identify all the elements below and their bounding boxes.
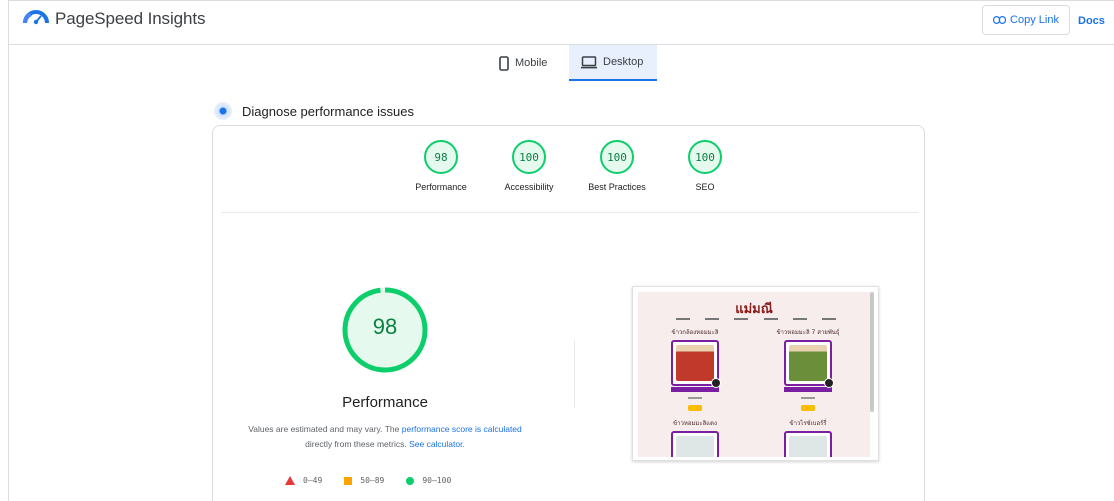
tab-desktop[interactable]: Desktop [569, 45, 657, 81]
product-image [784, 340, 834, 388]
copy-link-label: Copy Link [1010, 14, 1059, 26]
score-calculated-link[interactable]: performance score is calculated [402, 424, 522, 434]
performance-note: Values are estimated and may vary. The p… [241, 422, 529, 452]
note-text: Values are estimated and may vary. The [248, 424, 402, 434]
gauge-best-practices[interactable]: 100 Best Practices [572, 140, 662, 192]
thumbnail-nav-item [676, 318, 690, 320]
thumbnail-nav-item [821, 318, 836, 320]
thumbnail-nav-item [763, 318, 778, 320]
orange-square-icon [344, 476, 353, 485]
red-triangle-icon [285, 476, 295, 485]
product-badge [711, 378, 721, 388]
product-image [671, 431, 719, 457]
legend-average: 50–89 [344, 476, 384, 485]
gauge-seo[interactable]: 100 SEO [660, 140, 750, 192]
product-buy-button [688, 405, 702, 411]
product-buy-button [801, 405, 815, 411]
product-package [789, 345, 827, 381]
smartphone-icon [499, 55, 509, 71]
thumbnail-product: ข้าวหอมมะลิแดง [660, 418, 730, 457]
gauge-label: SEO [695, 182, 715, 192]
thumbnail-nav-item [705, 318, 720, 320]
pagespeed-logo-icon [23, 10, 49, 25]
performance-title: Performance [342, 394, 428, 411]
product-price [688, 397, 702, 399]
gauge-performance[interactable]: 98 Performance [396, 140, 486, 192]
header: PageSpeed Insights Copy Link Docs [9, 1, 1114, 45]
see-calculator-link[interactable]: See calculator. [409, 439, 465, 449]
thumbnail-scrollbar [870, 292, 874, 412]
score-legend: 0–49 50–89 90–100 [285, 476, 451, 485]
legend-pass: 90–100 [406, 476, 451, 485]
product-price [801, 397, 815, 399]
tab-desktop-label: Desktop [603, 56, 644, 68]
legend-range: 0–49 [303, 476, 323, 485]
gauge-score: 98 [424, 140, 458, 174]
gauge-label: Best Practices [588, 182, 646, 192]
tab-mobile-label: Mobile [515, 57, 548, 69]
laptop-icon [581, 55, 597, 68]
product-name: ข้าวกล้องหอมมะลิ [671, 329, 719, 336]
product-badge [824, 378, 834, 388]
thumbnail-brand: แม่มณี [735, 302, 773, 317]
gauge-score: 100 [512, 140, 546, 174]
report-card: 98 Performance 100 Accessibility 100 Bes… [212, 125, 925, 501]
product-name: ข้าวไรซ์เบอร์รี่ [789, 420, 827, 427]
diagnose-icon [214, 102, 232, 120]
product-package [676, 345, 714, 381]
thumbnail-content: แม่มณี ข้าวกล้องหอมมะลิ ข้าวหอมมะลิ 7 สา… [638, 292, 870, 457]
link-icon [993, 16, 1007, 24]
app-title: PageSpeed Insights [55, 9, 206, 28]
copy-link-button[interactable]: Copy Link [982, 5, 1070, 35]
note-text: directly from these metrics. [305, 439, 410, 449]
product-image [784, 431, 832, 457]
thumbnail-nav-item [792, 318, 807, 320]
gauge-label: Performance [415, 182, 467, 192]
product-bar [784, 387, 832, 392]
diagnose-heading: Diagnose performance issues [214, 102, 414, 120]
docs-link[interactable]: Docs [1078, 15, 1105, 27]
product-package [676, 436, 714, 457]
green-circle-icon [406, 476, 415, 485]
thumbnail-nav-item [734, 318, 749, 320]
category-gauges: 98 Performance 100 Accessibility 100 Bes… [213, 140, 926, 210]
legend-range: 50–89 [360, 476, 385, 485]
gauge-label: Accessibility [504, 182, 554, 192]
gauge-score: 100 [600, 140, 634, 174]
legend-fail: 0–49 [285, 476, 322, 485]
performance-score: 98 [372, 314, 398, 339]
product-name: ข้าวหอมมะลิ 7 สายพันธุ์ [776, 329, 840, 336]
product-name: ข้าวหอมมะลิแดง [673, 420, 717, 427]
diagnose-title: Diagnose performance issues [242, 103, 414, 119]
card-divider [221, 212, 918, 213]
page-screenshot-thumbnail: แม่มณี ข้าวกล้องหอมมะลิ ข้าวหอมมะลิ 7 สา… [632, 286, 879, 461]
thumbnail-product: ข้าวไรซ์เบอร์รี่ [773, 418, 843, 457]
legend-range: 90–100 [422, 476, 452, 485]
thumbnail-product: ข้าวกล้องหอมมะลิ [660, 327, 730, 411]
page-frame: PageSpeed Insights Copy Link Docs Mobile… [8, 0, 1114, 501]
gauge-score: 100 [688, 140, 722, 174]
device-tabs: Mobile Desktop [487, 45, 657, 81]
thumbnail-product: ข้าวหอมมะลิ 7 สายพันธุ์ [773, 327, 843, 411]
product-bar [671, 387, 719, 392]
thumbnail-nav [676, 318, 836, 320]
vertical-divider [574, 340, 575, 408]
gauge-accessibility[interactable]: 100 Accessibility [484, 140, 574, 192]
product-package [789, 436, 827, 457]
product-image [671, 340, 721, 388]
tab-mobile[interactable]: Mobile [487, 45, 569, 81]
